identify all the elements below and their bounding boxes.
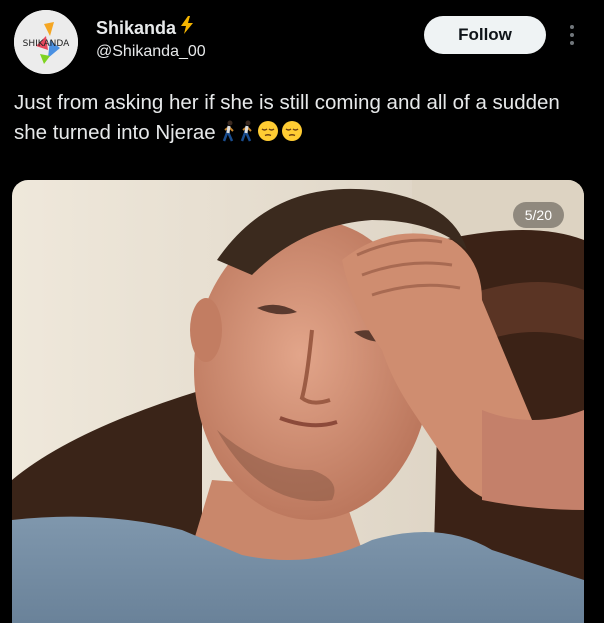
- pensive-face-emoji: [257, 120, 279, 151]
- more-options-icon[interactable]: [560, 20, 584, 50]
- lightning-icon: [180, 16, 194, 39]
- photo-selfie: [12, 180, 584, 623]
- author-display-name[interactable]: Shikanda: [96, 17, 176, 39]
- person-walking-emoji: [239, 120, 255, 151]
- author-handle[interactable]: @Shikanda_00: [96, 41, 206, 63]
- author-avatar[interactable]: SHIKANDA: [14, 10, 78, 74]
- person-walking-emoji: [221, 120, 237, 151]
- pensive-face-emoji: [281, 120, 303, 151]
- tweet-card: SHIKANDA Shikanda @Shikanda_00 Follow Ju…: [0, 0, 604, 623]
- emoji-group: [221, 120, 303, 151]
- author-info: Shikanda @Shikanda_00: [96, 16, 206, 63]
- tweet-text: Just from asking her if she is still com…: [14, 88, 590, 151]
- media-counter: 5/20: [512, 202, 564, 228]
- tweet-photo[interactable]: 5/20: [12, 180, 584, 623]
- avatar-logo-text: SHIKANDA: [23, 39, 71, 49]
- follow-button[interactable]: Follow: [424, 16, 546, 54]
